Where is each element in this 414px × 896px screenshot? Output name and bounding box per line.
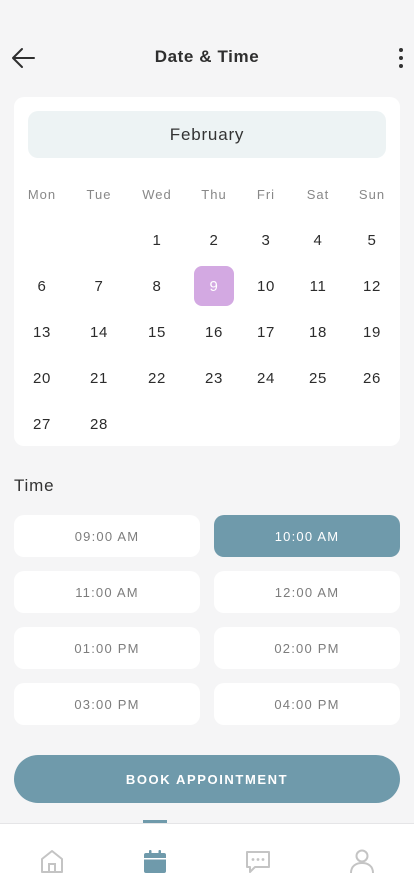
- calendar-day[interactable]: 23: [194, 358, 234, 398]
- calendar-day[interactable]: 14: [79, 312, 119, 352]
- calendar-day[interactable]: 13: [22, 312, 62, 352]
- weekday-label: Fri: [256, 187, 276, 202]
- time-section-label: Time: [14, 476, 55, 495]
- bottom-nav: [0, 823, 414, 896]
- weekday-label: Wed: [142, 187, 172, 202]
- calendar-day[interactable]: 12: [352, 266, 392, 306]
- calendar-day[interactable]: 28: [79, 404, 119, 444]
- home-icon: [41, 850, 63, 873]
- calendar-day[interactable]: 3: [246, 220, 286, 260]
- calendar-day[interactable]: 11: [298, 266, 338, 306]
- time-slot-button[interactable]: 03:00 PM: [14, 683, 200, 725]
- time-slot-button[interactable]: 10:00 AM: [214, 515, 400, 557]
- month-selector[interactable]: February: [28, 111, 386, 158]
- time-slot-button[interactable]: 12:00 AM: [214, 571, 400, 613]
- weekday-label: Tue: [86, 187, 112, 202]
- calendar-day[interactable]: 22: [137, 358, 177, 398]
- chat-icon: [246, 851, 270, 873]
- more-vertical-icon: [399, 48, 403, 68]
- book-appointment-button[interactable]: BOOK APPOINTMENT: [14, 755, 400, 803]
- calendar-day[interactable]: 9: [194, 266, 234, 306]
- nav-calendar[interactable]: [140, 846, 170, 876]
- calendar-day[interactable]: 5: [352, 220, 392, 260]
- weekday-label: Sat: [306, 187, 330, 202]
- calendar-day[interactable]: 24: [246, 358, 286, 398]
- calendar-day[interactable]: 10: [246, 266, 286, 306]
- time-slot-button[interactable]: 11:00 AM: [14, 571, 200, 613]
- weekday-label: Thu: [201, 187, 227, 202]
- weekday-label: Sun: [358, 187, 386, 202]
- time-slot-button[interactable]: 02:00 PM: [214, 627, 400, 669]
- calendar-day[interactable]: 27: [22, 404, 62, 444]
- calendar-day[interactable]: 2: [194, 220, 234, 260]
- calendar-day[interactable]: 8: [137, 266, 177, 306]
- calendar-day[interactable]: 6: [22, 266, 62, 306]
- calendar-day[interactable]: 18: [298, 312, 338, 352]
- calendar-day[interactable]: 4: [298, 220, 338, 260]
- profile-icon: [350, 849, 374, 874]
- time-slot-button[interactable]: 01:00 PM: [14, 627, 200, 669]
- calendar-day[interactable]: 26: [352, 358, 392, 398]
- calendar-day[interactable]: 1: [137, 220, 177, 260]
- calendar-day[interactable]: 16: [194, 312, 234, 352]
- calendar-day[interactable]: 7: [79, 266, 119, 306]
- calendar-day[interactable]: 21: [79, 358, 119, 398]
- calendar-day[interactable]: 20: [22, 358, 62, 398]
- page-title: Date & Time: [154, 47, 260, 66]
- calendar-day[interactable]: 19: [352, 312, 392, 352]
- time-slot-button[interactable]: 09:00 AM: [14, 515, 200, 557]
- time-slot-button[interactable]: 04:00 PM: [214, 683, 400, 725]
- more-options-button[interactable]: [394, 45, 408, 71]
- calendar-day[interactable]: 17: [246, 312, 286, 352]
- nav-home[interactable]: [37, 846, 67, 876]
- calendar-icon: [144, 850, 166, 873]
- calendar-card: February Mon Tue Wed Thu Fri Sat Sun 123456789…: [14, 97, 400, 446]
- nav-profile[interactable]: [347, 846, 377, 876]
- calendar-day[interactable]: 15: [137, 312, 177, 352]
- weekday-label: Mon: [27, 187, 57, 202]
- calendar-day[interactable]: 25: [298, 358, 338, 398]
- nav-messages[interactable]: [243, 846, 273, 876]
